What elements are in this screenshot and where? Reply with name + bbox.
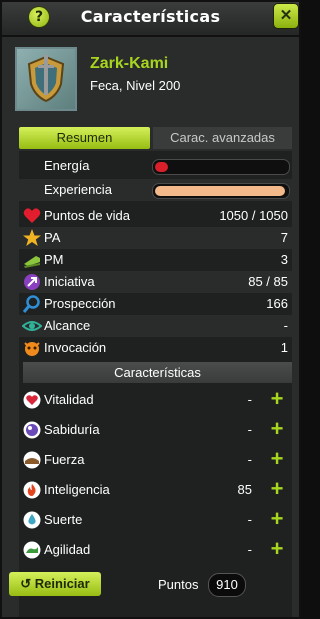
star-icon <box>23 229 41 246</box>
stats-panel: Energía Experiencia Puntos de vida 1050 … <box>19 151 292 617</box>
stat-label: PM <box>44 252 64 267</box>
stat-row-mp: PM 3 <box>19 249 292 271</box>
stat-value: 1050 / 1050 <box>219 208 288 223</box>
stat-label: Prospección <box>44 296 116 311</box>
initiative-icon <box>24 274 40 290</box>
strength-icon <box>23 451 41 469</box>
experience-row: Experiencia <box>19 179 292 201</box>
experience-bar-fill <box>155 186 285 196</box>
stat-label: PA <box>44 230 61 245</box>
stat-row-range: Alcance - <box>19 315 292 337</box>
char-value: - <box>247 512 252 527</box>
char-label: Fuerza <box>44 452 85 467</box>
char-value: - <box>247 452 252 467</box>
experience-bar <box>152 183 290 199</box>
stat-label: Puntos de vida <box>44 208 131 223</box>
intelligence-icon <box>23 481 41 499</box>
agility-icon <box>23 541 41 559</box>
char-value: - <box>247 392 252 407</box>
energy-bar-fill <box>155 162 168 172</box>
stat-label: Invocación <box>44 340 107 355</box>
stat-row-ap: PA 7 <box>19 227 292 249</box>
stat-value: - <box>283 318 288 333</box>
tab-bar: Resumen Carac. avanzadas <box>19 127 292 149</box>
invocation-icon <box>24 342 40 356</box>
char-value: 85 <box>237 482 252 497</box>
stat-label: Iniciativa <box>44 274 95 289</box>
stat-label: Alcance <box>44 318 91 333</box>
stat-value: 7 <box>280 230 288 245</box>
tab-summary[interactable]: Resumen <box>19 127 150 149</box>
points-label: Puntos <box>158 577 199 592</box>
points-value: 910 <box>208 573 246 597</box>
energy-row: Energía <box>19 155 292 177</box>
char-label: Suerte <box>44 512 83 527</box>
char-row-chance: Suerte - + <box>19 506 292 534</box>
char-row-wisdom: Sabiduría - + <box>19 416 292 444</box>
tab-advanced-characteristics[interactable]: Carac. avanzadas <box>153 127 292 149</box>
char-label: Vitalidad <box>44 392 94 407</box>
char-label: Inteligencia <box>44 482 110 497</box>
title-bar: ? Características ✕ <box>2 2 299 37</box>
reset-icon: ↺ <box>20 576 35 591</box>
energy-bar <box>152 159 290 175</box>
window-title: Características <box>80 7 221 26</box>
char-row-vitality: Vitalidad - + <box>19 386 292 414</box>
reset-label: Reiniciar <box>34 576 90 591</box>
avatar <box>15 47 77 111</box>
energy-label: Energía <box>44 158 90 173</box>
char-label: Agilidad <box>44 542 91 557</box>
character-class-level: Feca, Nivel 200 <box>90 78 181 93</box>
stat-row-initiative: Iniciativa 85 / 85 <box>19 271 292 293</box>
stat-value: 85 / 85 <box>248 274 288 289</box>
stat-row-prospecting: Prospección 166 <box>19 293 292 315</box>
shield-icon <box>27 55 65 103</box>
char-row-strength: Fuerza - + <box>19 446 292 474</box>
stat-value: 3 <box>280 252 288 267</box>
char-row-intelligence: Inteligencia 85 + <box>19 476 292 504</box>
experience-label: Experiencia <box>44 182 112 197</box>
boot-icon <box>24 256 40 268</box>
add-agility-button[interactable]: + <box>268 538 286 560</box>
stat-row-health: Puntos de vida 1050 / 1050 <box>19 205 292 227</box>
char-value: - <box>247 542 252 557</box>
char-label: Sabiduría <box>44 422 100 437</box>
wisdom-icon <box>23 421 41 439</box>
vitality-icon <box>23 391 41 409</box>
add-vitality-button[interactable]: + <box>268 388 286 410</box>
char-value: - <box>247 422 252 437</box>
close-button[interactable]: ✕ <box>274 4 298 28</box>
stat-row-summons: Invocación 1 <box>19 337 292 359</box>
chance-icon <box>23 511 41 529</box>
stat-value: 166 <box>266 296 288 311</box>
character-name: Zark-Kami <box>90 55 169 72</box>
characteristics-window: ? Características ✕ Zark-Kami Feca, Nive… <box>0 0 301 619</box>
reset-button[interactable]: ↺ Reiniciar <box>9 572 101 596</box>
char-row-agility: Agilidad - + <box>19 536 292 564</box>
eye-icon <box>22 321 42 331</box>
add-strength-button[interactable]: + <box>268 448 286 470</box>
stat-value: 1 <box>280 340 288 355</box>
heart-icon <box>23 208 41 223</box>
characteristics-header: Características <box>23 362 292 383</box>
add-chance-button[interactable]: + <box>268 508 286 530</box>
magnifier-icon <box>22 295 40 313</box>
add-intelligence-button[interactable]: + <box>268 478 286 500</box>
add-wisdom-button[interactable]: + <box>268 418 286 440</box>
